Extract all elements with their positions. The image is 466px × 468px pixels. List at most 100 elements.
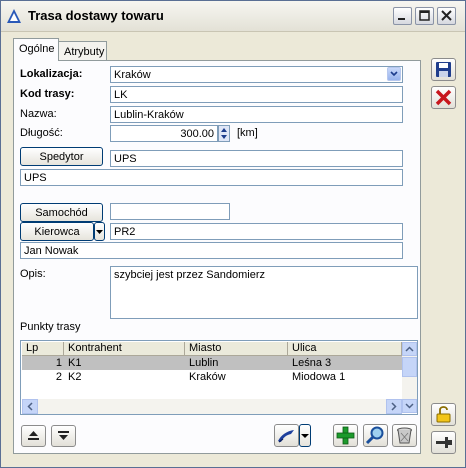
punkty-trasy-label: Punkty trasy (20, 321, 81, 333)
search-button[interactable] (363, 424, 388, 447)
kierowca-code-value: PR2 (114, 226, 136, 238)
spedytor-button-label: Spedytor (39, 151, 84, 163)
close-button[interactable] (437, 7, 456, 25)
column-header-kontrahent-label: Kontrahent (68, 342, 122, 354)
magnifier-icon (365, 426, 384, 445)
add-button[interactable] (333, 424, 358, 447)
window-title: Trasa dostawy towaru (28, 8, 164, 23)
scroll-up-button[interactable] (402, 342, 417, 356)
triangle-down-icon (301, 434, 309, 438)
kierowca-dropdown-button[interactable] (94, 222, 105, 241)
column-header-miasto-label: Miasto (189, 342, 222, 354)
table-row[interactable]: 1 K1 Lublin Leśna 3 (22, 356, 402, 370)
cell-miasto: Lublin (189, 357, 219, 369)
kierowca-name-input[interactable]: Jan Nowak (20, 242, 403, 259)
scroll-down-button[interactable] (402, 399, 417, 413)
lokalizacja-select[interactable]: Kraków (110, 66, 403, 83)
column-header-lp[interactable]: Lp (22, 342, 64, 356)
lokalizacja-value: Kraków (114, 69, 151, 81)
tab-ogolne[interactable]: Ogólne (13, 38, 59, 61)
opis-value: szybciej jest przez Sandomierz (114, 269, 266, 281)
cell-lp: 1 (55, 357, 62, 369)
kod-trasy-input[interactable]: LK (110, 86, 403, 103)
kod-trasy-label: Kod trasy: (20, 88, 75, 100)
opis-label: Opis: (20, 268, 46, 280)
dlugosc-input[interactable]: 300.00 (110, 125, 218, 142)
samochod-button[interactable]: Samochód (20, 203, 103, 222)
dlugosc-label: Długość: (20, 127, 63, 139)
opis-textarea[interactable]: szybciej jest przez Sandomierz (110, 266, 418, 319)
spedytor-name-input[interactable]: UPS (20, 169, 403, 186)
cell-kontrahent: K1 (68, 357, 82, 369)
minimize-icon (398, 18, 405, 20)
move-down-icon (58, 431, 69, 440)
dlugosc-unit: [km] (237, 127, 258, 139)
move-up-button[interactable] (21, 425, 46, 447)
chevron-up-icon (405, 346, 414, 352)
spedytor-code-input[interactable]: UPS (110, 150, 403, 167)
app-triangle-icon (7, 9, 21, 23)
tab-ogolne-label: Ogólne (19, 43, 55, 55)
title-bar[interactable]: Trasa dostawy towaru (1, 1, 465, 32)
maximize-icon (419, 10, 430, 21)
spedytor-name-value: UPS (24, 172, 47, 184)
move-up-icon (28, 431, 39, 440)
scroll-left-button[interactable] (22, 399, 38, 414)
cell-lp: 2 (55, 371, 62, 383)
column-header-miasto[interactable]: Miasto (185, 342, 288, 356)
samochod-input[interactable] (110, 203, 230, 220)
scroll-thumb[interactable] (402, 357, 417, 377)
chevron-down-icon (405, 403, 414, 409)
chevron-down-icon (390, 71, 398, 77)
kod-trasy-value: LK (114, 89, 128, 101)
route-points-table[interactable]: Lp Kontrahent Miasto Ulica 1 K1 Lublin L… (20, 340, 418, 415)
close-icon (441, 10, 452, 21)
spedytor-button[interactable]: Spedytor (20, 147, 103, 166)
floppy-disk-icon (436, 62, 451, 77)
column-header-kontrahent[interactable]: Kontrahent (64, 342, 185, 356)
kierowca-button-label: Kierowca (34, 226, 80, 238)
minimize-button[interactable] (393, 7, 412, 25)
scroll-right-button[interactable] (386, 399, 402, 414)
lokalizacja-dropdown-button[interactable] (387, 67, 401, 81)
nazwa-input[interactable]: Lublin-Kraków (110, 106, 403, 123)
horizontal-scrollbar[interactable] (22, 399, 402, 414)
column-header-lp-label: Lp (26, 342, 39, 354)
nazwa-label: Nazwa: (20, 108, 57, 120)
cell-ulica: Miodowa 1 (292, 371, 346, 383)
column-header-ulica-label: Ulica (292, 342, 317, 354)
plus-icon (336, 426, 355, 445)
dlugosc-spinner[interactable] (218, 125, 230, 142)
spinner-arrows-icon (221, 128, 227, 139)
column-header-ulica[interactable]: Ulica (288, 342, 402, 356)
cell-ulica: Leśna 3 (292, 357, 332, 369)
dlugosc-value: 300.00 (180, 128, 214, 140)
vertical-scrollbar[interactable] (402, 342, 417, 413)
move-down-button[interactable] (51, 425, 76, 447)
triangle-down-icon (96, 230, 103, 234)
dialog-window: Trasa dostawy towaru Ogólne Atrybuty Lok… (0, 0, 466, 468)
pin-button[interactable] (431, 431, 456, 454)
kierowca-code-input[interactable]: PR2 (110, 223, 403, 240)
cell-miasto: Kraków (189, 371, 226, 383)
pin-icon (436, 437, 452, 448)
tab-atrybuty[interactable]: Atrybuty (58, 41, 107, 61)
kierowca-name-value: Jan Nowak (24, 245, 79, 257)
chevron-right-icon (391, 402, 397, 411)
unlock-button[interactable] (431, 403, 456, 426)
save-button[interactable] (431, 58, 456, 81)
delete-button[interactable] (392, 424, 417, 447)
edit-dropdown-button[interactable] (299, 424, 311, 447)
table-row[interactable]: 2 K2 Kraków Miodowa 1 (22, 370, 402, 384)
spedytor-code-value: UPS (114, 153, 137, 165)
cancel-button[interactable] (431, 86, 456, 109)
pen-icon (278, 430, 294, 443)
edit-button[interactable] (274, 424, 299, 447)
lokalizacja-label: Lokalizacja: (20, 68, 83, 80)
samochod-button-label: Samochód (35, 207, 88, 219)
padlock-icon (436, 406, 451, 423)
trash-bin-icon (397, 427, 412, 444)
red-x-icon (435, 89, 452, 106)
kierowca-button[interactable]: Kierowca (20, 222, 94, 241)
maximize-button[interactable] (415, 7, 434, 25)
